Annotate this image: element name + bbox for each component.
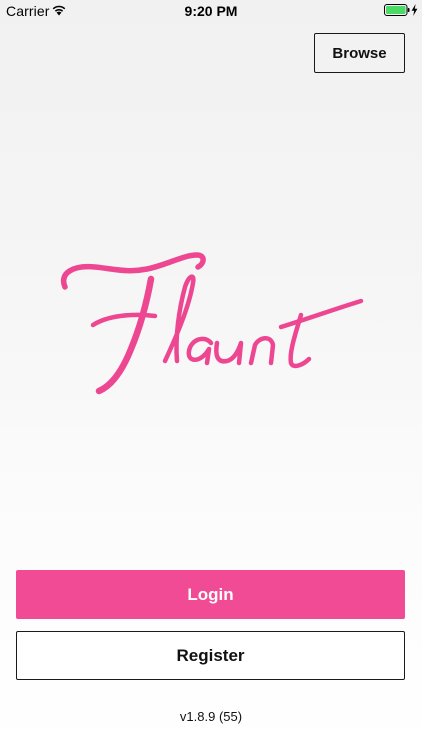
login-button[interactable]: Login <box>16 570 405 619</box>
browse-button[interactable]: Browse <box>314 33 405 73</box>
charging-bolt-icon <box>411 4 418 16</box>
status-time: 9:20 PM <box>184 3 238 19</box>
register-button[interactable]: Register <box>16 631 405 680</box>
flaunt-logo <box>60 252 364 395</box>
welcome-screen: Carrier 9:20 PM Browse Login Register v1… <box>0 0 422 750</box>
status-bar: Carrier 9:20 PM <box>0 0 422 22</box>
battery-full-icon <box>384 4 410 16</box>
app-version: v1.8.9 (55) <box>179 709 243 724</box>
